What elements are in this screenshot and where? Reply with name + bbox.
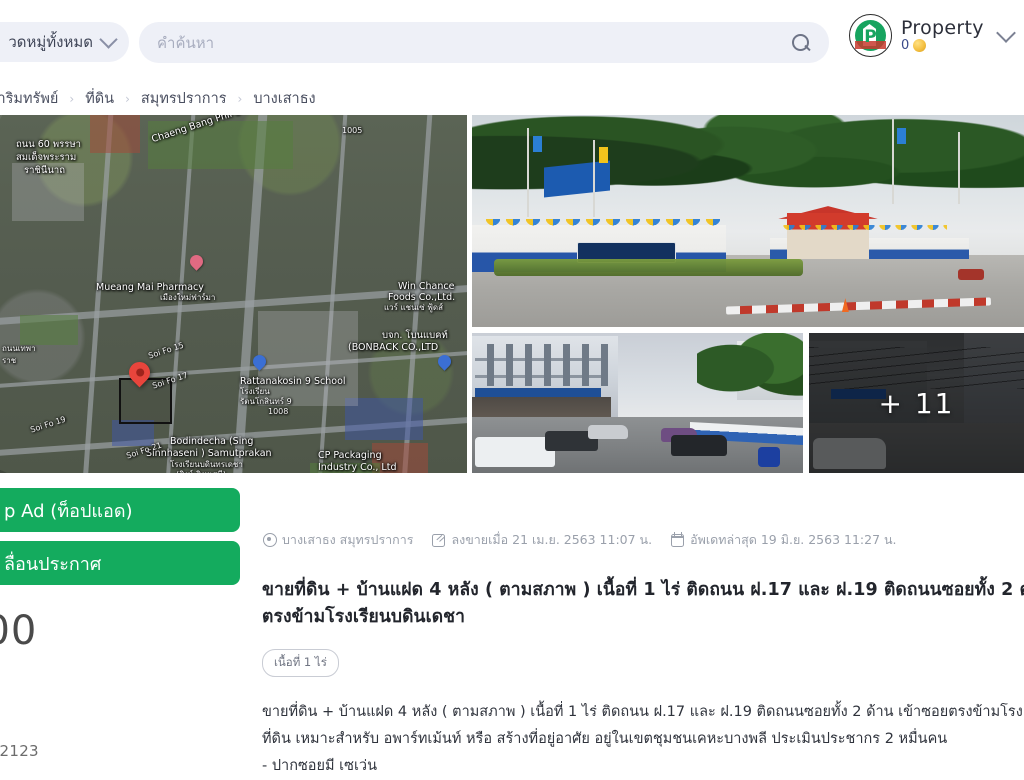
pencil-icon <box>432 533 446 547</box>
map-label: โรงเรียน <box>240 387 270 396</box>
map-label: CP Packaging <box>318 450 382 461</box>
map-label: ถนน 60 พรรษา <box>16 139 81 150</box>
listing-tags: เนื้อที่ 1 ไร่ <box>262 649 1024 678</box>
search-input[interactable] <box>157 33 791 52</box>
map-block <box>258 311 358 406</box>
listing-title-line-1: ขายที่ดิน + บ้านแฝด 4 หลัง ( ตามสภาพ ) เ… <box>262 580 1024 600</box>
map-label: รัตนโกสินทร์ 9 <box>240 397 292 406</box>
location-pin-icon <box>262 533 277 547</box>
meta-posted-text: ลงขายเมื่อ 21 เม.ย. 2563 11:07 น. <box>451 532 653 547</box>
top-ad-button[interactable]: p Ad (ท็อปแอด) <box>0 488 240 532</box>
top-header: วดหมู่ทั้งหมด P Property 0 <box>0 0 1024 82</box>
calendar-icon <box>670 531 685 547</box>
meta-location: บางเสาธง สมุทรปราการ <box>262 530 413 550</box>
breadcrumb-separator: › <box>237 91 243 106</box>
category-dropdown-label: วดหมู่ทั้งหมด <box>8 33 93 51</box>
map-label: สมเด็จพระราม <box>16 152 77 163</box>
map-block <box>90 115 140 153</box>
gallery-thumb-2-more[interactable]: + 11 <box>809 333 1024 473</box>
account-menu[interactable]: P Property 0 <box>849 14 1016 57</box>
account-name: Property <box>901 16 984 39</box>
map-label: Sinnhaseni ) Samutprakan <box>146 448 272 459</box>
listing-title: ขายที่ดิน + บ้านแฝด 4 หลัง ( ตามสภาพ ) เ… <box>262 577 1024 631</box>
map-label: Bodindecha (Sing <box>170 436 254 447</box>
map-label: 1008 <box>268 407 289 416</box>
avatar: P <box>849 14 892 57</box>
meta-posted: ลงขายเมื่อ 21 เม.ย. 2563 11:07 น. <box>432 530 652 550</box>
search-bar[interactable] <box>139 22 829 63</box>
listing-meta-row: บางเสาธง สมุทรปราการ ลงขายเมื่อ 21 เม.ย.… <box>262 530 1024 550</box>
listing-ad-code: 5042123 <box>0 742 39 760</box>
gallery-thumb-1[interactable] <box>472 333 803 473</box>
category-dropdown[interactable]: วดหมู่ทั้งหมด <box>0 22 129 62</box>
breadcrumb-item-3: บางเสาธง <box>253 91 316 107</box>
listing-price: 000 <box>0 608 38 654</box>
map-label: แวร์ แชนเซ่ ฟู้ดส์ <box>384 303 443 312</box>
map-label: บจก. โบนแบคท์ <box>382 330 448 341</box>
map-label: (BONBACK CO.,LTD <box>348 342 439 353</box>
chevron-down-icon <box>99 30 118 49</box>
description-line-1: ขายที่ดิน + บ้านแฝด 4 หลัง ( ตามสภาพ ) เ… <box>262 704 1023 721</box>
more-photos-label: + 11 <box>878 386 955 420</box>
account-points-value: 0 <box>901 37 910 53</box>
gallery-main-photo[interactable] <box>472 115 1024 327</box>
property-logo-icon: P <box>855 20 886 51</box>
breadcrumb: สังหาริมทรัพย์ › ที่ดิน › สมุทรปราการ › บางเสา… <box>0 82 1024 115</box>
map-label: โรงเรียนบดินทรเดชา <box>170 460 243 469</box>
account-chevron-down-icon[interactable] <box>995 22 1016 43</box>
meta-updated-text: อัพเดทล่าสุด 19 มิ.ย. 2563 11:27 น. <box>690 532 897 547</box>
meta-location-text: บางเสาธง สมุทรปราการ <box>282 532 414 547</box>
listing-detail: บางเสาธง สมุทรปราการ ลงขายเมื่อ 21 เม.ย.… <box>262 500 1024 774</box>
breadcrumb-separator: › <box>125 91 130 106</box>
coin-icon <box>913 38 927 52</box>
search-icon[interactable] <box>791 33 811 53</box>
tag-area: เนื้อที่ 1 ไร่ <box>262 649 339 678</box>
bump-listing-button[interactable]: ลื่อนประกาศ <box>0 541 240 585</box>
listing-title-line-2: ตรงข้ามโรงเรียนบดินเดชา <box>262 607 466 628</box>
breadcrumb-item-2[interactable]: สมุทรปราการ <box>141 87 227 110</box>
breadcrumb-item-1[interactable]: ที่ดิน <box>85 87 114 110</box>
map-label: Industry Co., Ltd <box>318 462 397 473</box>
breadcrumb-separator: › <box>69 91 75 106</box>
map-label: ราช <box>2 356 17 365</box>
map-label: ราชินีนาถ <box>24 165 65 176</box>
media-strip: ถนน 60 พรรษา สมเด็จพระราม ราชินีนาถ Chae… <box>0 115 1024 473</box>
description-line-2: ที่ดิน เหมาะสำหรับ อพาร์ทเม้นท์ หรือ สร้… <box>262 731 948 748</box>
listing-side-panel: p Ad (ท็อปแอด) ลื่อนประกาศ <box>0 473 250 768</box>
map-label: เมืองใหม่ฟาร์มา <box>160 293 216 302</box>
map-label: ถนนเทพา <box>2 344 36 353</box>
breadcrumb-item-0[interactable]: สังหาริมทรัพย์ <box>0 87 58 110</box>
meta-updated: อัพเดทล่าสุด 19 มิ.ย. 2563 11:27 น. <box>670 530 897 550</box>
location-map[interactable]: ถนน 60 พรรษา สมเด็จพระราม ราชินีนาถ Chae… <box>0 115 467 473</box>
photo-gallery: + 11 <box>472 115 1024 473</box>
map-label: 1005 <box>342 126 363 135</box>
account-points: 0 <box>901 37 984 53</box>
description-line-3: - ปากซอยมี เซเว่น <box>262 757 377 774</box>
map-block <box>20 315 78 345</box>
